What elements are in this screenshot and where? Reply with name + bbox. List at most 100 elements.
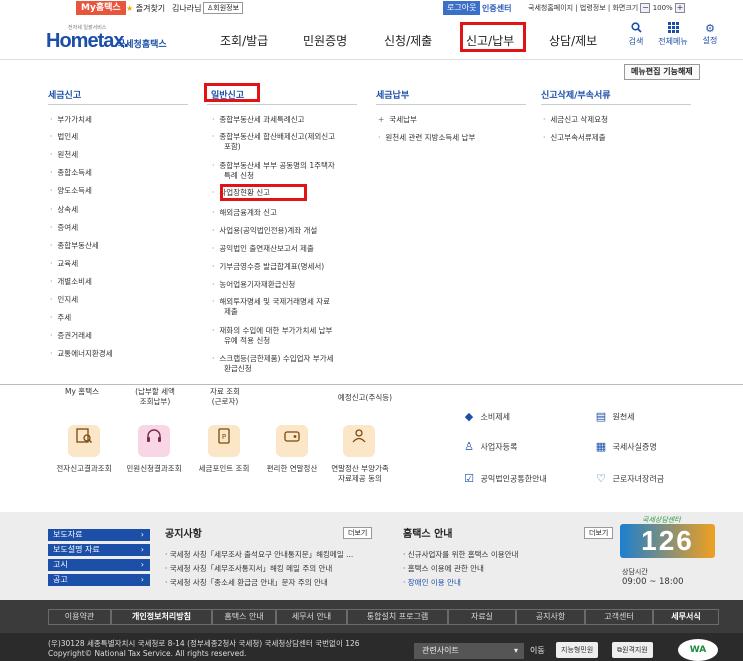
notice-item[interactable]: · 국세청 사칭「종소세 환급금 안내」문자 주의 안내: [165, 577, 328, 588]
search-button[interactable]: 검색: [620, 22, 652, 47]
wallet-icon[interactable]: [276, 425, 308, 457]
side-menu-press-explain[interactable]: 보도설명 자료 ›: [48, 544, 150, 556]
menu-item-delete-request[interactable]: · 세금신고 삭제요청: [543, 115, 608, 125]
favorites-link[interactable]: ★ 즐겨찾기: [126, 2, 165, 15]
side-menu-press[interactable]: 보도자료 ›: [48, 529, 150, 541]
headset-icon[interactable]: [138, 425, 170, 457]
footer-link-terms[interactable]: 이용약관: [48, 609, 111, 625]
divider: [376, 104, 526, 105]
guide-item[interactable]: · 홈택스 이용에 관한 안내: [403, 563, 484, 574]
heart-icon: ♡: [596, 472, 606, 485]
chevron-right-icon: ›: [140, 530, 144, 539]
footer-link-hometax-guide[interactable]: 홈택스 안내: [212, 609, 276, 625]
logout-button[interactable]: 로그아웃: [443, 1, 481, 15]
service-consumption-tax[interactable]: ◆ 소비제세: [460, 410, 510, 425]
remote-support-button[interactable]: ⧉원격지원: [612, 642, 653, 658]
menu-edit-toggle-button[interactable]: 메뉴편집 기능해제: [624, 64, 700, 80]
menu-item-securities-tax[interactable]: · 증권거래세: [50, 331, 92, 341]
menu-item-property-tax[interactable]: · 종합부동산세: [50, 241, 99, 251]
cert-center-link[interactable]: 인증센터: [482, 2, 511, 15]
settings-button[interactable]: ⚙ 설정: [694, 22, 726, 46]
my-hometax-button[interactable]: My홈택스: [76, 1, 126, 15]
notice-item[interactable]: · 국세청 사칭「세무조사통지서」해킹 메일 주의 안내: [165, 563, 332, 574]
footer-link-customer-center[interactable]: 고객센터: [585, 609, 653, 625]
menu-item-education-tax[interactable]: · 교육세: [50, 259, 78, 269]
guide-item[interactable]: · 신규사업자를 위한 홈택스 이용안내: [403, 549, 518, 560]
menu-item-national-tax-payment[interactable]: + 국세납부: [378, 115, 417, 125]
tile-label-tax-point[interactable]: 세금포인트 조회: [190, 464, 258, 474]
certificate-icon: ▦: [595, 440, 607, 453]
search-icon: [620, 22, 652, 36]
menu-item-overseas-account[interactable]: · 해외금융계좌 신고: [212, 208, 362, 218]
menu-item-local-income-tax[interactable]: · 원천세 관련 지방소득세 납부: [378, 133, 475, 143]
guide-more-button[interactable]: 더보기: [584, 527, 614, 539]
menu-item-donation-receipt[interactable]: · 기부금영수증 발급합계표(명세서): [212, 262, 362, 272]
divider: [541, 104, 691, 105]
notice-item[interactable]: · 국세청 사칭「세무조사 출석요구 안내통지문」해킹메일 ...: [165, 549, 353, 560]
service-public-interest-guide[interactable]: ☑ 공익법인공통한안내: [460, 472, 547, 487]
menu-item-gift-tax[interactable]: · 증여세: [50, 223, 78, 233]
menu-item-joint-ownership[interactable]: · 종합부동산세 부부 공동명의 1주택자 특례 신청: [212, 161, 362, 181]
menu-civil-certificate[interactable]: 민원증명: [303, 32, 347, 49]
menu-item-property-tax-special[interactable]: · 종합부동산세 과세특례신고: [212, 115, 362, 125]
menu-item-stamp-tax[interactable]: · 인지세: [50, 295, 78, 305]
guide-item[interactable]: · 장애인 이용 안내: [403, 577, 461, 588]
tile-label-e-report-result[interactable]: 전자신고결과조회: [42, 464, 126, 474]
menu-item-attachment-submit[interactable]: · 신고부속서류제출: [543, 133, 606, 143]
family-icon[interactable]: [343, 425, 375, 457]
menu-item-vat[interactable]: · 부가가치세: [50, 115, 92, 125]
tile-label-year-end[interactable]: 편리한 연말정산: [258, 464, 326, 474]
menu-item-agri-refund[interactable]: · 농어업용기자재환급신청: [212, 280, 362, 290]
user-info-button[interactable]: ♙회원정보: [203, 2, 244, 14]
point-card-icon[interactable]: P: [208, 425, 240, 457]
menu-consult-report[interactable]: 상담/제보: [549, 32, 597, 49]
menu-item-inheritance-tax[interactable]: · 상속세: [50, 205, 78, 215]
menu-item-corporate-tax[interactable]: · 법인세: [50, 132, 78, 142]
footer-link-archive[interactable]: 자료실: [448, 609, 516, 625]
notice-more-button[interactable]: 더보기: [343, 527, 373, 539]
certificate-search-icon[interactable]: [68, 425, 100, 457]
footer-link-install-program[interactable]: 통합설치 프로그램: [347, 609, 448, 625]
zoom-in-button[interactable]: +: [674, 3, 685, 13]
smart-civil-button[interactable]: 지능형민원: [556, 642, 599, 658]
all-menu-button[interactable]: 전체메뉴: [657, 22, 689, 47]
menu-item-business-account[interactable]: · 사업용(공익법인전용)계좌 개설: [212, 226, 362, 236]
menu-item-energy-tax[interactable]: · 교통에너지환경세: [50, 349, 113, 359]
menu-item-scrap-vat-refund[interactable]: · 스크랩등(금한제품) 수입업자 부가세 환급신청: [212, 354, 362, 374]
footer-link-notice[interactable]: 공지사항: [516, 609, 585, 625]
top-links-text[interactable]: 국세청홈페이지 | 법령정보 | 화면크기: [528, 4, 638, 12]
tile-label-civil-result[interactable]: 민원신청결과조회: [118, 464, 190, 474]
search-label: 검색: [628, 37, 644, 46]
service-tax-fact-certificate[interactable]: ▦ 국세사실증명: [592, 440, 657, 455]
hometax-logo[interactable]: 전자세 일괄서비스 Hometax. 국세청홈택스: [46, 24, 176, 54]
related-sites-select[interactable]: 관련사이트 ▾: [414, 643, 524, 659]
menu-item-import-vat-deferral[interactable]: · 재화의 수입에 대한 부가가치세 납부 유예 적용 신청: [212, 326, 362, 346]
favorites-label: 즐겨찾기: [135, 4, 166, 13]
menu-item-public-interest-report[interactable]: · 공익법인 출연재산보고서 제출: [212, 244, 362, 254]
zoom-out-button[interactable]: −: [640, 3, 651, 13]
logo-subtext: 국세청홈택스: [117, 40, 167, 50]
menu-application-submit[interactable]: 신청/제출: [384, 32, 432, 49]
counsel-hours-label: 상담시간: [622, 568, 648, 576]
side-menu-announcement[interactable]: 공고 ›: [48, 574, 150, 586]
tile-label-dependent-consent[interactable]: 연말정산 부양가족 자료제공 동의: [324, 464, 396, 484]
menu-item-transfer-tax[interactable]: · 양도소득세: [50, 186, 92, 196]
service-withholding-tax[interactable]: ▤ 원천세: [592, 410, 635, 425]
service-business-registration[interactable]: ♙ 사업자등록: [460, 440, 517, 455]
service-child-incentive[interactable]: ♡ 근로자녀장려금: [592, 472, 664, 487]
menu-inquiry-issue[interactable]: 조회/발급: [220, 32, 268, 49]
menu-item-withholding-tax[interactable]: · 원천세: [50, 150, 78, 160]
go-button[interactable]: 이동: [530, 645, 545, 656]
footer-link-tax-forms[interactable]: 세무서식: [653, 609, 719, 625]
web-accessibility-mark-icon: WA: [678, 639, 718, 661]
side-menu-notice-gov[interactable]: 고시 ›: [48, 559, 150, 571]
menu-item-aggregation-exclusion[interactable]: · 종합부동산세 합산배제신고(제외신고 포함): [212, 132, 362, 152]
menu-item-liquor-tax[interactable]: · 주세: [50, 313, 71, 323]
menu-item-consumption-tax[interactable]: · 개별소비세: [50, 277, 92, 287]
menu-item-income-tax[interactable]: · 종합소득세: [50, 168, 92, 178]
menu-item-overseas-investment[interactable]: · 해외투자명세 및 국제거래명세 자료 제출: [212, 297, 362, 317]
footer-link-tax-office[interactable]: 세무서 안내: [276, 609, 347, 625]
tax-counsel-center-banner[interactable]: 국세상담센터 126 상담시간 09:00 ~ 18:00: [620, 515, 730, 595]
partial-label-prelim-report: 예정신고(주식등): [337, 393, 393, 402]
footer-link-privacy[interactable]: 개인정보처리방침: [111, 609, 212, 625]
